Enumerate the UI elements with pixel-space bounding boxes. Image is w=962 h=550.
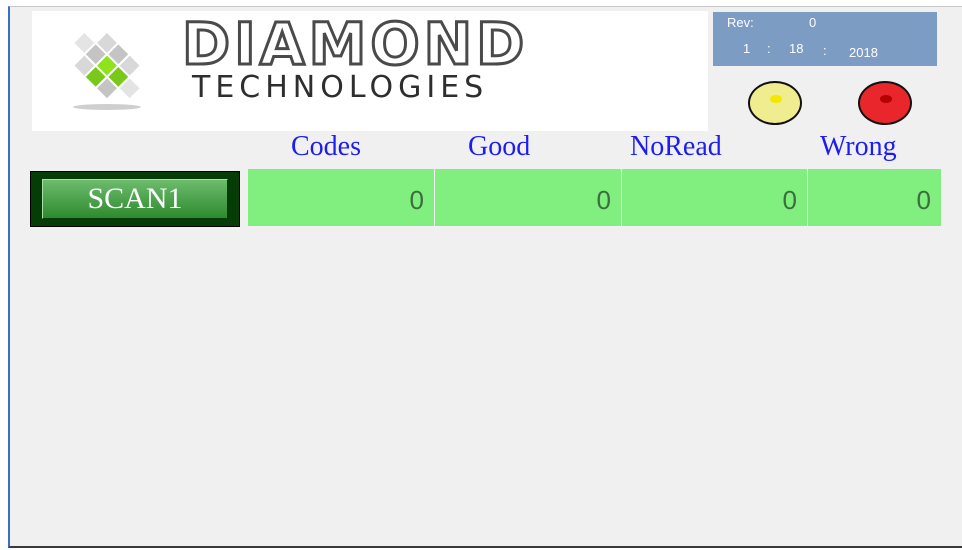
rev-label: Rev: [727,15,754,30]
scan1-button[interactable]: SCAN1 [30,171,240,227]
scan1-button-label[interactable]: SCAN1 [42,179,228,219]
red-status-lamp [858,81,912,125]
rev-separator: : [823,43,827,58]
column-header-good: Good [468,131,531,162]
lamp-highlight [880,95,892,103]
logo-text-diamond: DIAMOND [180,10,529,78]
logo-panel: DIAMOND TECHNOLOGIES [32,11,708,131]
app-window: DIAMOND TECHNOLOGIES Rev: 0 1 : 18 : 201… [8,6,962,548]
rev-date-part1: 1 [743,41,751,56]
yellow-status-lamp [748,81,802,125]
diamond-logo-icon [73,33,141,110]
noread-count: 0 [622,169,807,226]
revision-box: Rev: 0 1 : 18 : 2018 [713,12,937,66]
rev-value: 0 [809,15,817,30]
column-header-codes: Codes [291,131,361,162]
column-header-noread: NoRead [630,131,722,162]
column-header-wrong: Wrong [820,131,897,162]
rev-separator: : [767,41,771,56]
rev-date-part2: 18 [789,41,804,56]
good-count: 0 [435,169,621,226]
codes-count: 0 [248,169,434,226]
logo-text-technologies: TECHNOLOGIES [192,70,489,105]
lamp-highlight [770,95,782,103]
wrong-count: 0 [808,169,941,226]
rev-date-part3: 2018 [849,45,878,60]
